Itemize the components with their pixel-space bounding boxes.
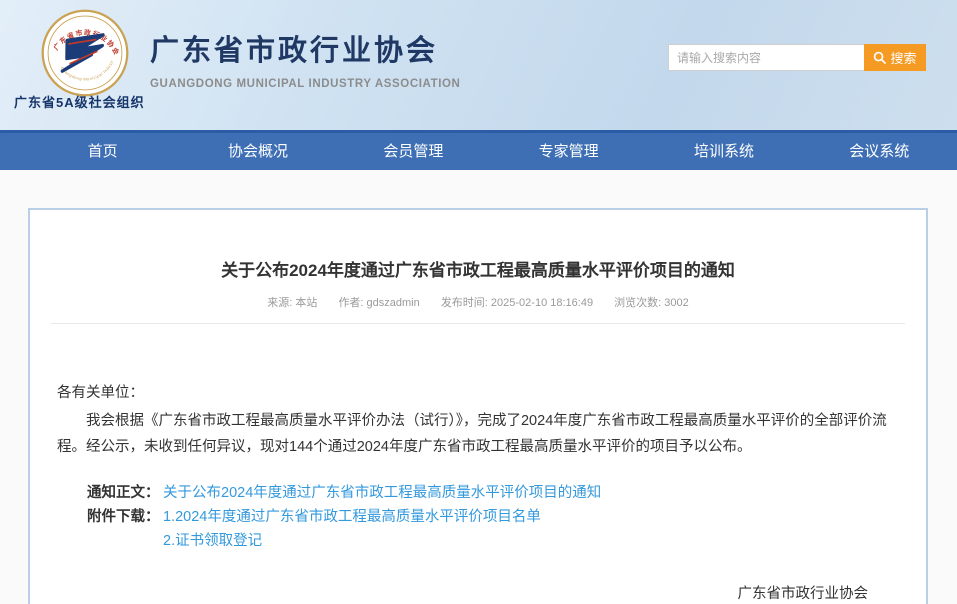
org-title: 广东省市政行业协会 xyxy=(150,27,460,69)
meta-divider xyxy=(51,323,905,324)
nav-item-association-overview[interactable]: 协会概况 xyxy=(180,133,335,170)
signature-org: 广东省市政行业协会 xyxy=(738,582,869,603)
association-logo-icon: 广东省市政行业协会 Guangdong Municipal Industry A… xyxy=(36,8,134,98)
body-paragraph: 我会根据《广东省市政工程最高质量水平评价办法（试行）》，完成了2024年度广东省… xyxy=(57,408,899,460)
search-button-label: 搜索 xyxy=(890,48,916,67)
meta-publish-time: 发布时间: 2025-02-10 18:16:49 xyxy=(441,297,593,309)
nav-item-home[interactable]: 首页 xyxy=(25,133,180,170)
search-area: 搜索 xyxy=(668,44,926,71)
notice-row: 通知正文： 关于公布2024年度通过广东省市政工程最高质量水平评价项目的通知 xyxy=(87,481,899,505)
nav-item-member-management[interactable]: 会员管理 xyxy=(336,133,491,170)
attachment-row: 附件下载： 1.2024年度通过广东省市政工程最高质量水平评价项目名单 xyxy=(87,505,899,529)
attachment-sub-row: 2.证书领取登记 xyxy=(87,529,899,553)
badge-caption: 广东省5A级社会组织 xyxy=(14,92,145,111)
attachment-link-1[interactable]: 1.2024年度通过广东省市政工程最高质量水平评价项目名单 xyxy=(163,505,541,529)
meta-author: 作者: gdszadmin xyxy=(338,297,419,309)
article-body: 各有关单位： 我会根据《广东省市政工程最高质量水平评价办法（试行）》，完成了20… xyxy=(30,381,926,604)
nav-item-conference-system[interactable]: 会议系统 xyxy=(802,133,957,170)
attachment-label: 附件下载： xyxy=(87,505,163,529)
meta-source: 来源: 本站 xyxy=(267,297,317,309)
search-icon xyxy=(873,51,886,64)
meta-views: 浏览次数: 3002 xyxy=(614,297,689,309)
signature-block: 广东省市政行业协会 2025年2月8日 xyxy=(57,582,899,604)
org-subtitle-en: GUANGDONG MUNICIPAL INDUSTRY ASSOCIATION xyxy=(150,78,460,90)
article-card: 关于公布2024年度通过广东省市政工程最高质量水平评价项目的通知 来源: 本站 … xyxy=(28,208,928,604)
org-title-block: 广东省市政行业协会 GUANGDONG MUNICIPAL INDUSTRY A… xyxy=(150,27,460,90)
nav-item-expert-management[interactable]: 专家管理 xyxy=(491,133,646,170)
search-input[interactable] xyxy=(668,44,864,71)
notice-label: 通知正文： xyxy=(87,481,163,505)
search-button[interactable]: 搜索 xyxy=(864,44,926,71)
links-block: 通知正文： 关于公布2024年度通过广东省市政工程最高质量水平评价项目的通知 附… xyxy=(87,481,899,553)
main-nav: 首页 协会概况 会员管理 专家管理 培训系统 会议系统 xyxy=(0,133,957,170)
notice-link[interactable]: 关于公布2024年度通过广东省市政工程最高质量水平评价项目的通知 xyxy=(163,481,601,505)
attachment-link-2[interactable]: 2.证书领取登记 xyxy=(163,533,262,549)
article-meta: 来源: 本站 作者: gdszadmin 发布时间: 2025-02-10 18… xyxy=(30,294,926,310)
salutation: 各有关单位： xyxy=(57,381,899,402)
site-header: 广东省市政行业协会 Guangdong Municipal Industry A… xyxy=(0,0,957,130)
page-main: 关于公布2024年度通过广东省市政工程最高质量水平评价项目的通知 来源: 本站 … xyxy=(0,170,957,604)
nav-item-training-system[interactable]: 培训系统 xyxy=(646,133,801,170)
article-title: 关于公布2024年度通过广东省市政工程最高质量水平评价项目的通知 xyxy=(30,256,926,281)
